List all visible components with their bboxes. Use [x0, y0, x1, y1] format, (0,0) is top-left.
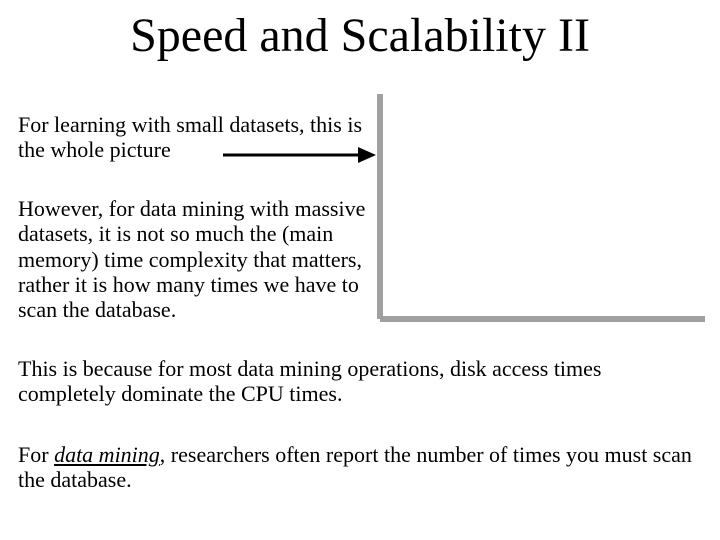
arrow-icon	[218, 135, 378, 175]
paragraph-massive-datasets: However, for data mining with massive da…	[18, 196, 388, 322]
slide: Speed and Scalability II For learning wi…	[0, 0, 720, 540]
paragraph-disk-access: This is because for most data mining ope…	[18, 356, 698, 407]
para4-prefix: For	[18, 442, 54, 467]
para4-emphasis: data mining	[54, 442, 160, 467]
slide-title: Speed and Scalability II	[0, 8, 720, 63]
paragraph-scan-count: For data mining, researchers often repor…	[18, 442, 698, 493]
table-box-icon	[375, 94, 705, 324]
